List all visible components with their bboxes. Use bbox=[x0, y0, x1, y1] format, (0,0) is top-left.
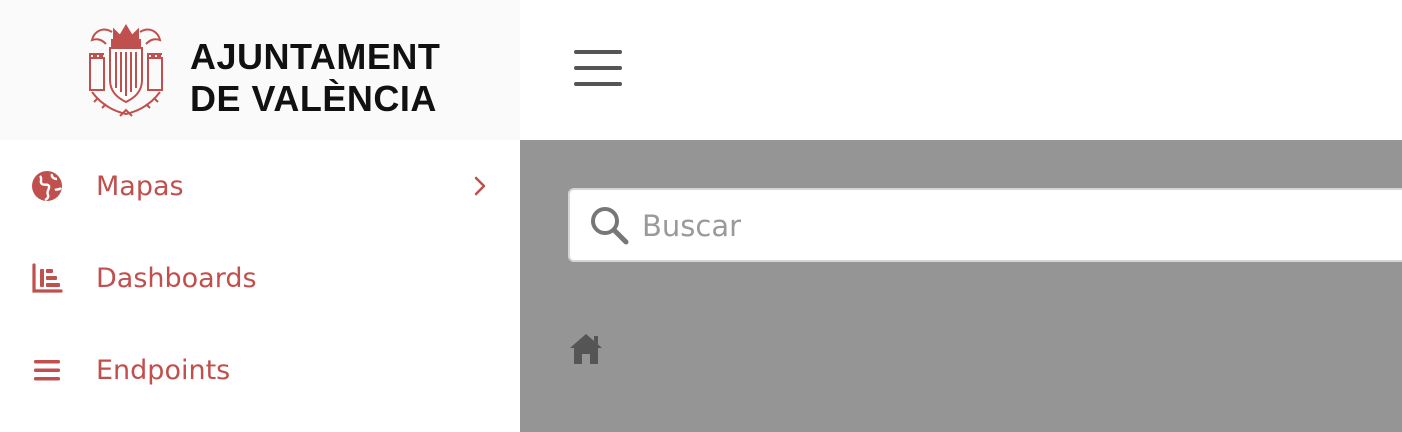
list-icon bbox=[30, 353, 64, 387]
search-input[interactable] bbox=[640, 200, 1402, 252]
sidebar-item-label: Dashboards bbox=[96, 262, 257, 294]
chevron-right-icon bbox=[474, 176, 486, 196]
sidebar-item-dashboards[interactable]: Dashboards bbox=[0, 232, 520, 324]
sidebar: AJUNTAMENT DE VALÈNCIA Mapas Dashboards … bbox=[0, 0, 520, 432]
sidebar-item-endpoints[interactable]: Endpoints bbox=[0, 324, 520, 416]
brand-line2: DE VALÈNCIA bbox=[190, 78, 437, 119]
sidebar-item-label: Endpoints bbox=[96, 354, 231, 386]
home-icon[interactable] bbox=[568, 332, 604, 366]
logo[interactable]: AJUNTAMENT DE VALÈNCIA bbox=[0, 0, 520, 140]
sidebar-item-label: Mapas bbox=[96, 170, 184, 202]
brand-name: AJUNTAMENT DE VALÈNCIA bbox=[190, 36, 440, 120]
globe-icon bbox=[30, 169, 64, 203]
sidebar-item-mapas[interactable]: Mapas bbox=[0, 140, 520, 232]
brand-line1: AJUNTAMENT bbox=[190, 36, 441, 77]
valencia-crest-icon bbox=[89, 24, 163, 117]
sidebar-nav: Mapas Dashboards Endpoints bbox=[0, 140, 520, 416]
chart-bar-icon bbox=[30, 261, 64, 295]
hamburger-menu-icon[interactable] bbox=[574, 50, 624, 90]
app-window: AJUNTAMENT DE VALÈNCIA Mapas Dashboards … bbox=[0, 0, 1402, 432]
search-bar[interactable] bbox=[568, 188, 1402, 262]
search-icon bbox=[591, 207, 629, 245]
top-header bbox=[520, 0, 1402, 140]
main-content bbox=[520, 140, 1402, 432]
